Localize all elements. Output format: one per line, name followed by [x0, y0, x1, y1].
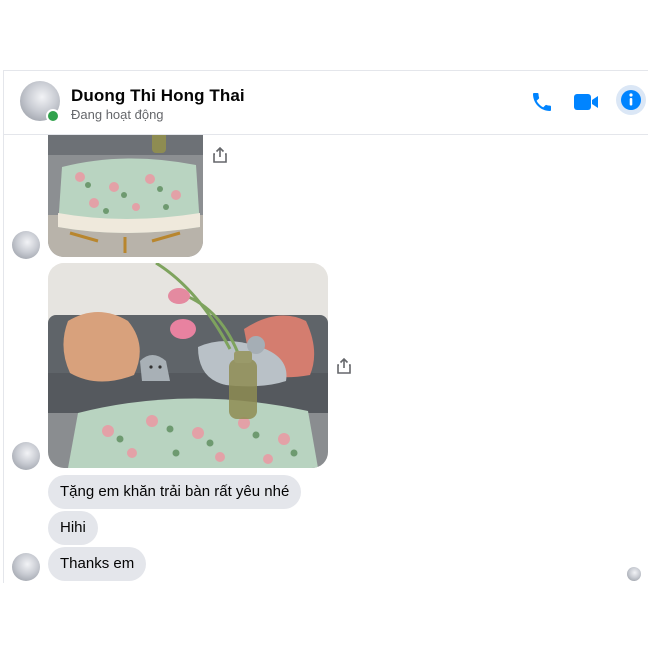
share-button[interactable]	[336, 357, 352, 375]
photo-tablecloth-sofa	[48, 263, 328, 468]
chat-window: Duong Thi Hong Thai Đang hoạt động Tặng …	[3, 70, 648, 583]
message-bubble[interactable]: Thanks em	[48, 547, 147, 581]
video-call-button[interactable]	[572, 88, 600, 116]
contact-name[interactable]: Duong Thi Hong Thai	[71, 86, 245, 106]
video-camera-icon	[574, 94, 598, 110]
share-icon	[337, 357, 351, 374]
photo-tablecloth-side	[48, 135, 203, 257]
chat-header: Duong Thi Hong Thai Đang hoạt động	[4, 71, 648, 135]
image-message[interactable]	[48, 263, 328, 468]
info-icon	[621, 90, 641, 110]
phone-icon	[533, 93, 551, 111]
online-status-dot	[46, 109, 60, 123]
sender-avatar[interactable]	[12, 553, 40, 581]
share-button[interactable]	[212, 146, 228, 164]
conversation-info-button[interactable]	[616, 85, 646, 115]
message-bubble[interactable]: Hihi	[48, 511, 98, 545]
call-button[interactable]	[528, 88, 556, 116]
page: Duong Thi Hong Thai Đang hoạt động Tặng …	[0, 0, 648, 648]
image-message[interactable]	[48, 135, 203, 257]
share-icon	[213, 146, 227, 163]
message-bubble[interactable]: Tặng em khăn trải bàn rất yêu nhé	[48, 475, 302, 509]
message-list: Tặng em khăn trải bàn rất yêu nhé Hihi T…	[4, 135, 648, 583]
seen-indicator-avatar	[627, 567, 641, 581]
contact-status: Đang hoạt động	[71, 107, 164, 122]
sender-avatar[interactable]	[12, 442, 40, 470]
sender-avatar[interactable]	[12, 231, 40, 259]
